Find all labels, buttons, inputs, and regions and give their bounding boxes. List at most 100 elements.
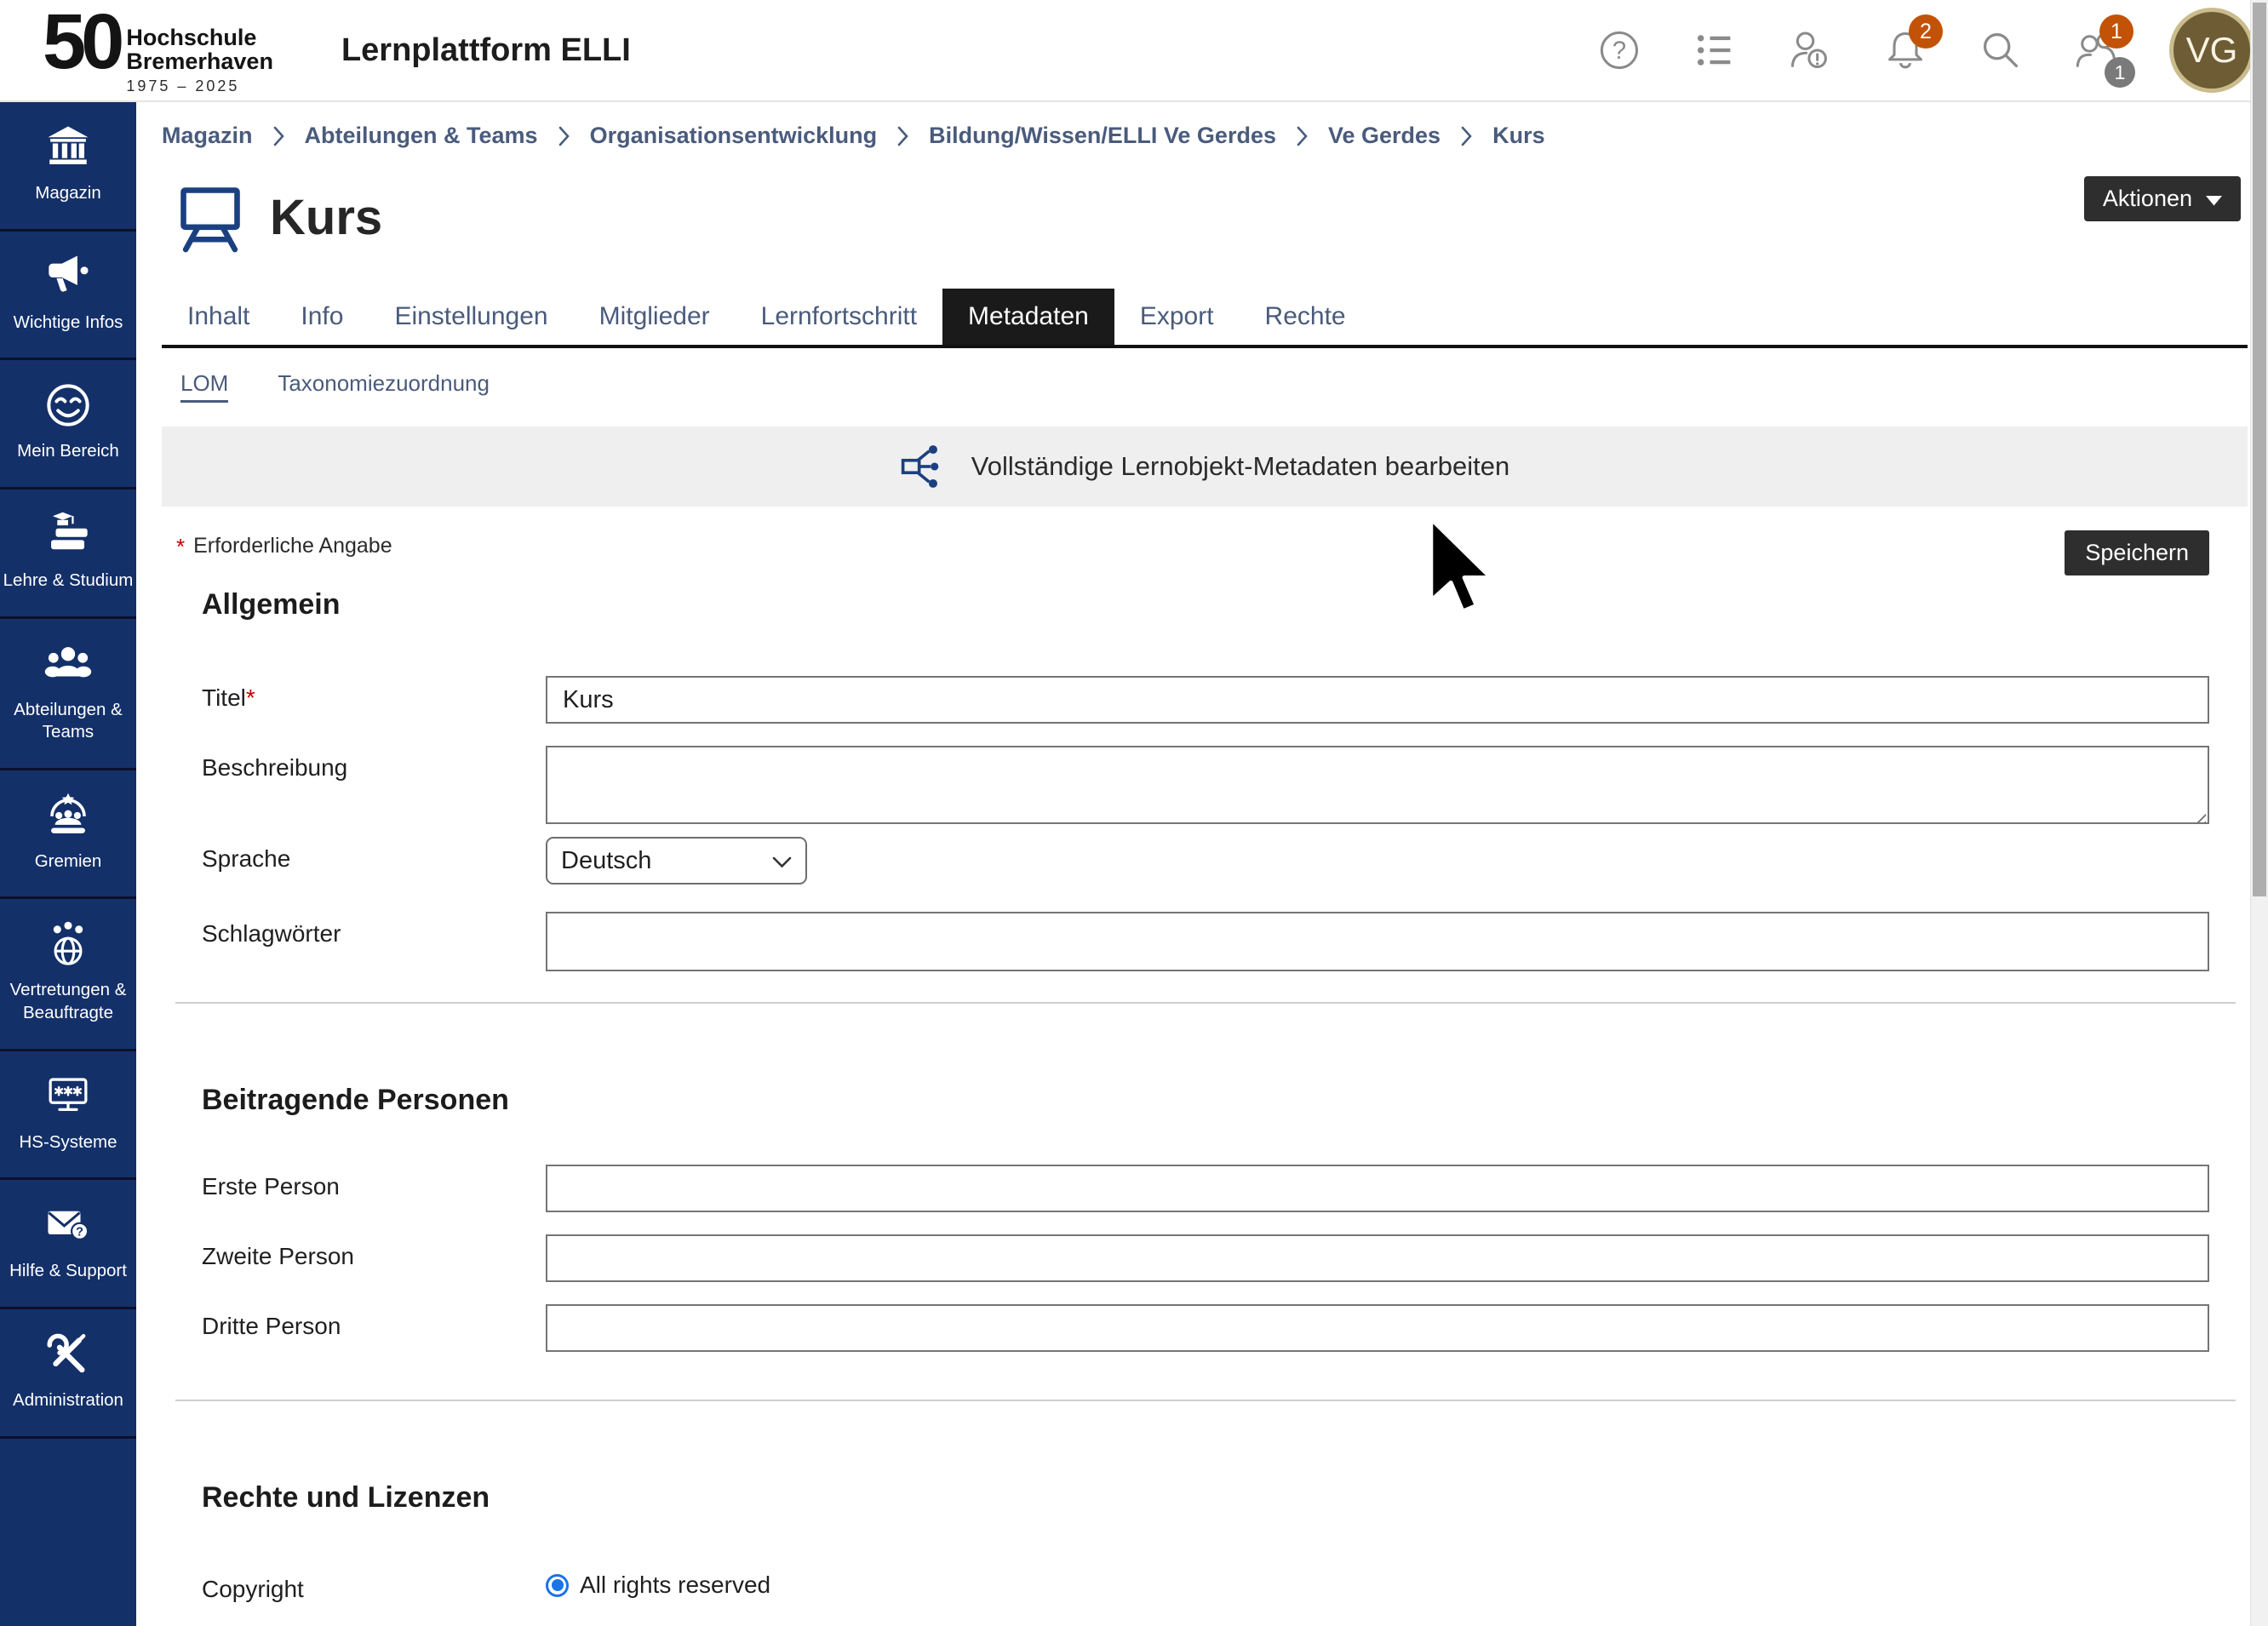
titel-required-asterisk: * [246, 684, 255, 711]
app-title: Lernplattform ELLI [341, 32, 631, 69]
beschreibung-textarea[interactable] [546, 746, 2209, 824]
breadcrumb-item[interactable]: Magazin [162, 123, 253, 149]
titel-label-wrap: Titel* [202, 676, 546, 724]
erste-person-input[interactable] [546, 1165, 2209, 1212]
sidebar-item-vertretungen-beauftragte[interactable]: Vertretungen & Beauftragte [0, 899, 136, 1051]
todo-list-icon[interactable] [1692, 28, 1737, 72]
sidebar-item-label: Vertretungen & Beauftragte [3, 979, 134, 1024]
edit-full-metadata-banner[interactable]: Vollständige Lernobjekt-Metadaten bearbe… [162, 427, 2248, 507]
section-divider [175, 1400, 2236, 1401]
sidebar: Magazin Wichtige Infos Mein Bereich [0, 102, 136, 1626]
schlagwoerter-label: Schlagwörter [202, 912, 546, 971]
bank-icon [43, 123, 93, 172]
copyright-radio[interactable] [546, 1574, 569, 1597]
sidebar-item-wichtige-infos[interactable]: Wichtige Infos [0, 232, 136, 361]
copyright-option-label: All rights reserved [580, 1572, 770, 1599]
tab-lernfortschritt[interactable]: Lernfortschritt [736, 289, 942, 345]
online-users-icon[interactable]: 1 1 [2074, 28, 2118, 72]
topbar-icons: ? 2 [1597, 8, 2254, 93]
search-icon[interactable] [1979, 28, 2023, 72]
help-icon[interactable]: ? [1597, 28, 1641, 72]
required-note-row: * Erforderliche Angabe Speichern [162, 534, 2248, 580]
sidebar-item-label: Wichtige Infos [14, 312, 123, 335]
tab-rechte[interactable]: Rechte [1240, 289, 1372, 345]
form-row-erste-person: Erste Person [202, 1165, 2209, 1212]
notifications-badge: 2 [1909, 14, 1943, 49]
scrollbar-thumb[interactable] [2253, 3, 2266, 896]
actions-button[interactable]: Aktionen [2084, 176, 2241, 221]
chevron-right-icon [1461, 125, 1472, 147]
sidebar-item-lehre-studium[interactable]: Lehre & Studium [0, 490, 136, 619]
breadcrumb-item[interactable]: Bildung/Wissen/ELLI Ve Gerdes [929, 123, 1276, 149]
titel-input[interactable] [546, 676, 2209, 724]
sidebar-item-label: Abteilungen & Teams [3, 699, 134, 744]
dritte-person-input[interactable] [546, 1304, 2209, 1352]
sidebar-item-label: Magazin [35, 182, 101, 205]
users-badge-bottom: 1 [2105, 57, 2135, 88]
zweite-person-input[interactable] [546, 1234, 2209, 1282]
form-row-copyright: Copyright All rights reserved [202, 1567, 2209, 1603]
sprache-select[interactable]: Deutsch [546, 837, 807, 885]
sidebar-item-hs-systeme[interactable]: HS-Systeme [0, 1051, 136, 1181]
tab-export[interactable]: Export [1114, 289, 1240, 345]
sidebar-item-abteilungen-teams[interactable]: Abteilungen & Teams [0, 619, 136, 770]
save-button[interactable]: Speichern [2065, 530, 2209, 575]
subtab-taxonomiezuordnung[interactable]: Taxonomiezuordnung [278, 370, 490, 403]
sidebar-item-label: Administration [13, 1389, 123, 1412]
required-note: Erforderliche Angabe [193, 534, 392, 558]
breadcrumb-item[interactable]: Organisationsentwicklung [590, 123, 878, 149]
sidebar-item-label: Lehre & Studium [3, 570, 134, 593]
sidebar-item-label: HS-Systeme [19, 1131, 117, 1154]
user-status-icon[interactable] [1788, 28, 1832, 72]
sidebar-item-hilfe-support[interactable]: ? Hilfe & Support [0, 1180, 136, 1309]
required-asterisk: * [176, 534, 185, 560]
form-row-dritte-person: Dritte Person [202, 1304, 2209, 1352]
breadcrumb-item[interactable]: Kurs [1492, 123, 1545, 149]
breadcrumb-item[interactable]: Abteilungen & Teams [305, 123, 538, 149]
main-content: Magazin Abteilungen & Teams Organisation… [136, 102, 2268, 1603]
form-row-titel: Titel* [202, 676, 2209, 724]
sidebar-item-label: Mein Bereich [17, 440, 119, 463]
page-header: Kurs Aktionen [162, 181, 2248, 253]
page-title: Kurs [270, 189, 382, 246]
tab-bar: Inhalt Info Einstellungen Mitglieder Ler… [162, 289, 2248, 348]
course-board-icon [175, 181, 246, 253]
avatar[interactable]: VG [2169, 8, 2254, 93]
tab-einstellungen[interactable]: Einstellungen [369, 289, 573, 345]
caret-down-icon [2206, 186, 2222, 212]
edit-full-metadata-label: Vollständige Lernobjekt-Metadaten bearbe… [971, 451, 1510, 482]
logo-50: 50 [43, 5, 119, 79]
form-row-schlagwoerter: Schlagwörter [202, 912, 2209, 971]
chevron-right-icon [273, 125, 284, 147]
erste-person-label: Erste Person [202, 1165, 546, 1212]
sidebar-item-magazin[interactable]: Magazin [0, 102, 136, 232]
tab-inhalt[interactable]: Inhalt [162, 289, 275, 345]
zweite-person-label: Zweite Person [202, 1234, 546, 1282]
globe-people-icon [43, 919, 93, 969]
notifications-bell-icon[interactable]: 2 [1883, 28, 1927, 72]
schlagwoerter-input[interactable] [546, 912, 2209, 971]
sidebar-item-mein-bereich[interactable]: Mein Bereich [0, 360, 136, 490]
sprache-selected-value: Deutsch [561, 847, 651, 875]
logo-years: 1975 – 2025 [126, 77, 273, 95]
form-row-beschreibung: Beschreibung [202, 746, 2209, 828]
breadcrumb-item[interactable]: Ve Gerdes [1328, 123, 1440, 149]
chevron-down-icon [772, 847, 792, 875]
tab-mitglieder[interactable]: Mitglieder [574, 289, 736, 345]
chevron-right-icon [897, 125, 908, 147]
section-heading-allgemein: Allgemein [202, 588, 2209, 621]
hochschule-bremerhaven-logo[interactable]: 50 Hochschule Bremerhaven 1975 – 2025 [43, 5, 273, 96]
logo-name-line1: Hochschule [126, 26, 273, 49]
subtab-lom[interactable]: LOM [180, 370, 228, 403]
form-row-sprache: Sprache Deutsch [202, 837, 2209, 885]
logo-name-line2: Bremerhaven [126, 49, 273, 73]
sidebar-item-administration[interactable]: Administration [0, 1309, 136, 1439]
tab-metadaten[interactable]: Metadaten [942, 289, 1114, 345]
tab-info[interactable]: Info [275, 289, 369, 345]
section-divider [175, 1002, 2236, 1004]
monitor-icon [43, 1072, 93, 1121]
section-heading-rechte: Rechte und Lizenzen [202, 1481, 2209, 1514]
metadata-form: Allgemein Titel* Beschreibung Sprache De… [162, 588, 2248, 1603]
sidebar-item-gremien[interactable]: Gremien [0, 770, 136, 900]
books-icon [43, 510, 93, 559]
